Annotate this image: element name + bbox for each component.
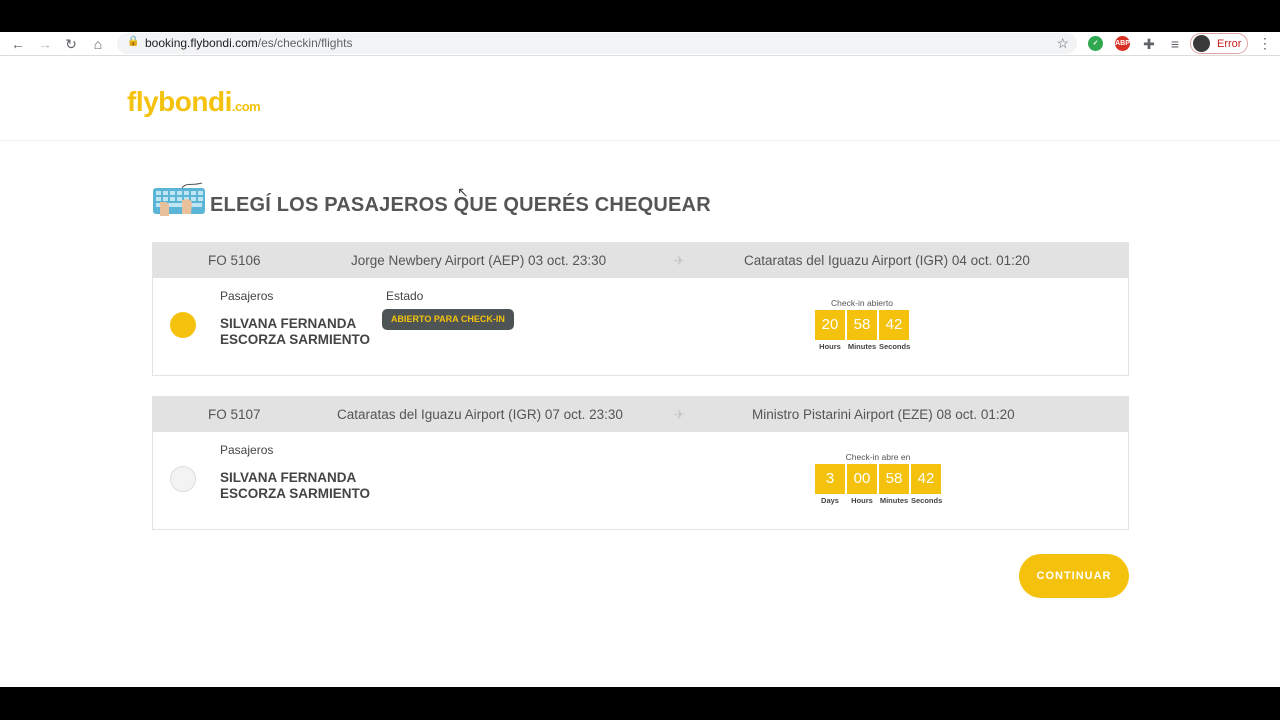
timer-unit: Days [821,496,839,505]
timer-caption: Check-in abierto [831,298,893,308]
airplane-icon: ✈ [674,407,685,422]
flight-origin: Cataratas del Iguazu Airport (IGR) 07 oc… [337,407,623,422]
flybondi-logo[interactable]: flybondi.com [127,86,261,118]
passengers-label: Pasajeros [220,443,274,457]
flight-body: Pasajeros SILVANA FERNANDA ESCORZA SARMI… [153,432,1128,529]
passenger-name: SILVANA FERNANDA ESCORZA SARMIENTO [220,316,371,347]
mouse-cursor-icon: ↖ [457,184,469,200]
timer-unit: Seconds [879,342,911,351]
home-icon[interactable]: ⌂ [89,35,107,53]
flight-origin: Jorge Newbery Airport (AEP) 03 oct. 23:3… [351,253,607,268]
back-arrow-icon[interactable]: ← [9,35,27,53]
flight-destination: Cataratas del Iguazu Airport (IGR) 04 oc… [744,253,1030,268]
flight-number: FO 5107 [208,407,261,422]
timer-unit: Minutes [879,496,909,505]
continue-button[interactable]: CONTINUAR [1019,554,1129,598]
shield-extension-icon[interactable]: ✓ [1088,36,1103,51]
timer-seconds: 42 [879,310,909,340]
timer-caption: Check-in abre en [845,452,911,462]
menu-kebab-icon[interactable]: ⋮ [1258,35,1272,52]
profile-button[interactable]: Error [1190,33,1248,54]
status-label: Estado [386,289,424,303]
bookmark-star-icon[interactable]: ☆ [1056,35,1069,52]
browser-toolbar: ← → ↻ ⌂ 🔒 booking.flybondi.com/es/checki… [0,32,1280,56]
checkin-timer: Check-in abierto 20 Hours 58 Minutes 42 Sec… [814,298,910,351]
timer-hours: 00 [847,464,877,494]
avatar [1193,35,1210,52]
flight-card: FO 5107 Cataratas del Iguazu Airport (IG… [152,396,1129,530]
passenger-name: SILVANA FERNANDA ESCORZA SARMIENTO [220,470,371,501]
reload-icon[interactable]: ↻ [62,35,80,53]
timer-unit: Hours [851,496,873,505]
timer-unit: Hours [819,342,841,351]
flight-destination: Ministro Pistarini Airport (EZE) 08 oct.… [752,407,1015,422]
adblock-extension-icon[interactable]: ABP [1115,36,1130,51]
timer-seconds: 42 [911,464,941,494]
timer-minutes: 58 [847,310,877,340]
checkin-timer: Check-in abre en 3 Days 00 Hours 58 Minutes… [814,452,942,505]
flight-card: FO 5106 Jorge Newbery Airport (AEP) 03 o… [152,242,1129,376]
passengers-label: Pasajeros [220,289,274,303]
airplane-icon: ✈ [674,253,685,268]
timer-days: 3 [815,464,845,494]
keyboard-hands-icon [153,182,205,216]
lock-icon: 🔒 [127,36,140,47]
flight-header: FO 5107 Cataratas del Iguazu Airport (IG… [153,397,1128,432]
url-text: booking.flybondi.com/es/checkin/flights [145,36,353,50]
passenger-select-radio[interactable] [170,312,196,338]
address-bar[interactable]: 🔒 booking.flybondi.com/es/checkin/flight… [117,33,1077,54]
extensions-puzzle-icon[interactable]: ✚ [1140,35,1158,53]
timer-unit: Minutes [847,342,877,351]
profile-error-label: Error [1217,38,1242,50]
timer-hours: 20 [815,310,845,340]
flight-header: FO 5106 Jorge Newbery Airport (AEP) 03 o… [153,243,1128,278]
flight-number: FO 5106 [208,253,261,268]
forward-arrow-icon[interactable]: → [36,35,54,53]
flight-body: Pasajeros SILVANA FERNANDA ESCORZA SARMI… [153,278,1128,375]
site-header: flybondi.com [0,56,1280,141]
browser-window: ← → ↻ ⌂ 🔒 booking.flybondi.com/es/checki… [0,32,1280,687]
timer-minutes: 58 [879,464,909,494]
timer-unit: Seconds [911,496,943,505]
status-badge: ABIERTO PARA CHECK-IN [382,309,514,330]
passenger-select-radio[interactable] [170,466,196,492]
reading-list-icon[interactable]: ≡ [1166,35,1184,53]
